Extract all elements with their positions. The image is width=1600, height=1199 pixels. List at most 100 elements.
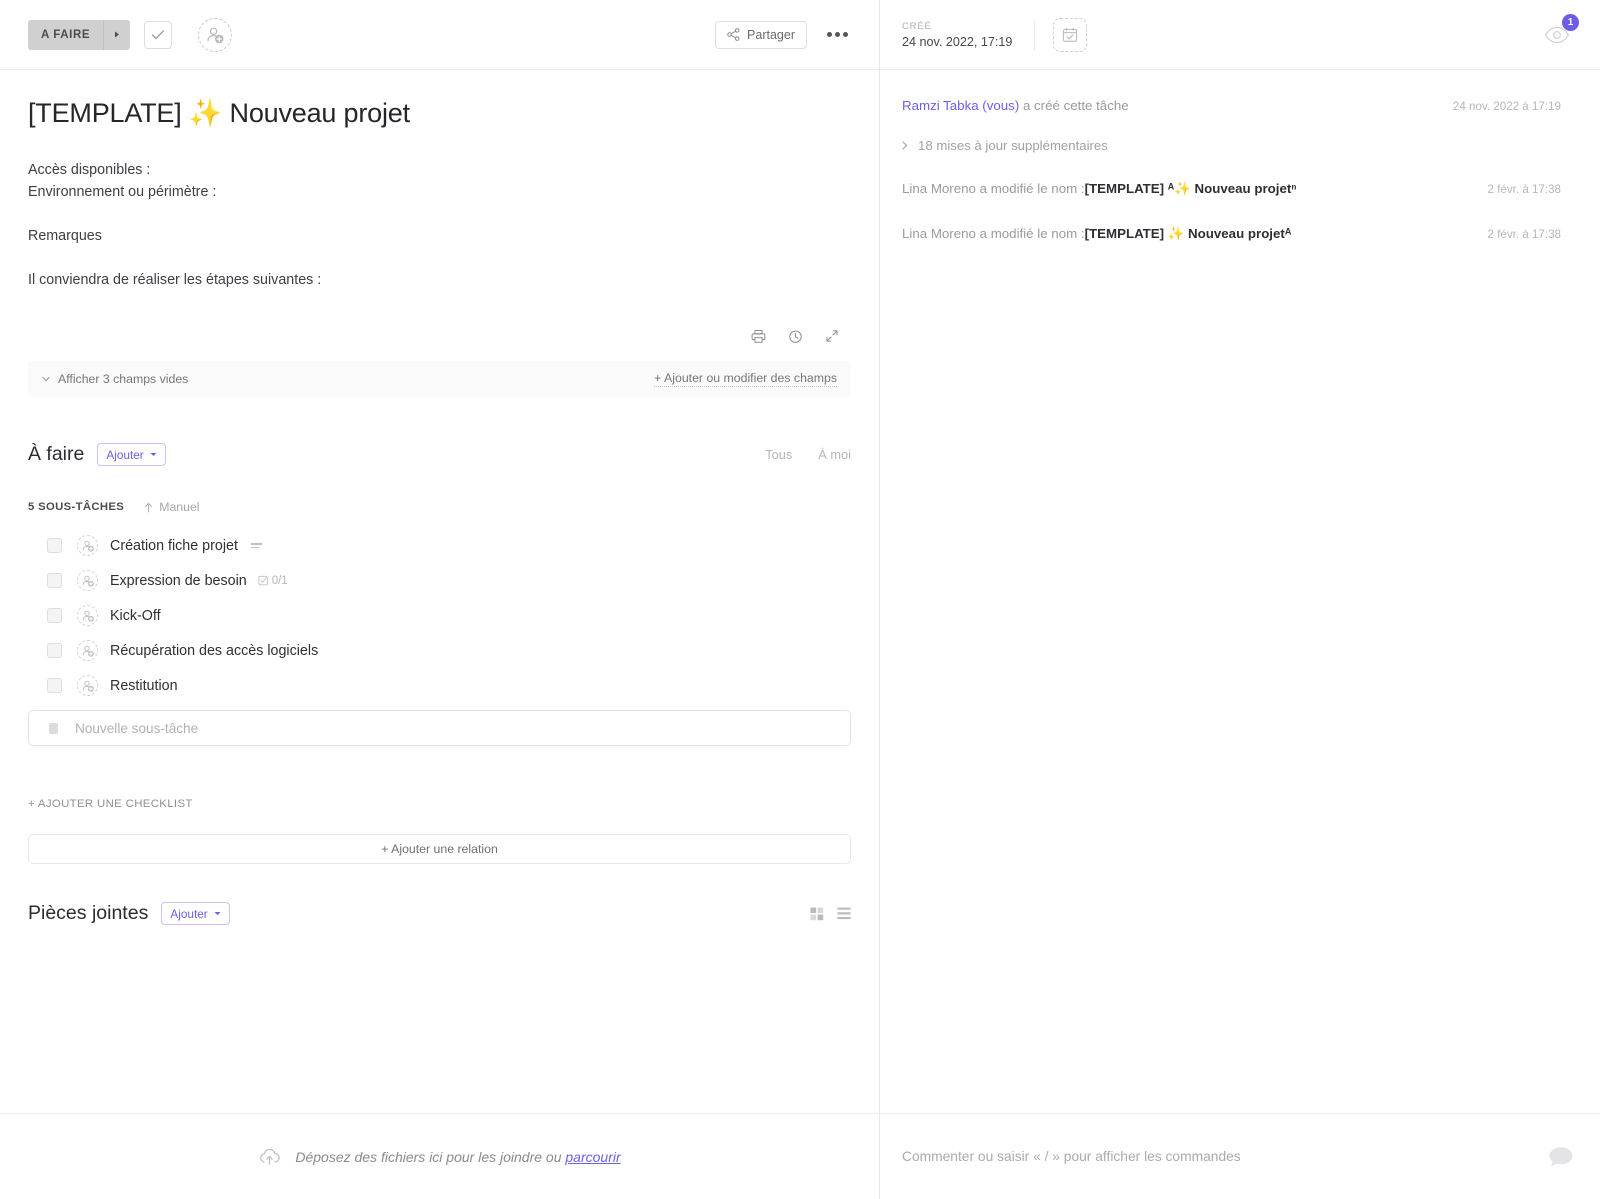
user-add-icon[interactable]: [77, 570, 98, 591]
watchers-button[interactable]: 1: [1541, 13, 1579, 51]
activity-value: [TEMPLATE] ᴬ✨ Nouveau projetⁿ: [1084, 181, 1297, 196]
page-title[interactable]: [TEMPLATE] ✨ Nouveau projet: [28, 97, 851, 129]
task-detail-app: A FAIRE Partager [TEMPLATE] ✨ Nouveau pr…: [0, 0, 1600, 1199]
file-drop-text: Déposez des fichiers ici pour les joindr…: [295, 1149, 620, 1165]
description-toolbar: [28, 326, 851, 346]
attachments-add-label: Ajouter: [170, 906, 208, 921]
file-drop-footer[interactable]: Déposez des fichiers ici pour les joindr…: [0, 1113, 879, 1199]
printer-icon[interactable]: [751, 329, 766, 344]
subtask-name[interactable]: Restitution: [110, 678, 178, 694]
subtask-name[interactable]: Expression de besoin: [110, 573, 247, 589]
todo-add-label: Ajouter: [106, 447, 144, 462]
checkbox-icon[interactable]: [47, 573, 62, 588]
attachments-header: Pièces jointes Ajouter: [28, 902, 851, 925]
ellipsis-icon-dot: [826, 32, 832, 37]
add-assignee-button[interactable]: [198, 17, 233, 52]
attachments-add-button[interactable]: Ajouter: [161, 902, 230, 925]
chat-bubble-icon[interactable]: [1548, 1145, 1574, 1169]
checkbox-icon[interactable]: [47, 678, 62, 693]
subtask-name[interactable]: Kick-Off: [110, 608, 161, 624]
description-line: Environnement ou périmètre :: [28, 184, 217, 200]
activity-user: Lina Moreno: [902, 181, 976, 196]
checkbox-icon[interactable]: [47, 538, 62, 553]
grid-view-icon[interactable]: [810, 907, 824, 921]
description-indicator-icon: [250, 543, 262, 548]
new-subtask-input[interactable]: Nouvelle sous-tâche: [28, 710, 851, 746]
user-add-icon[interactable]: [77, 535, 98, 556]
subtask-list: Création fiche projet Expression de beso…: [28, 528, 851, 703]
share-button[interactable]: Partager: [715, 20, 807, 49]
activity-item: Lina Moreno a modifié le nom :[TEMPLATE]…: [902, 225, 1561, 243]
add-relation-button[interactable]: + Ajouter une relation: [28, 834, 851, 864]
tab-tous[interactable]: Tous: [765, 447, 792, 462]
file-drop-label: Déposez des fichiers ici pour les joindr…: [295, 1148, 566, 1165]
subtask-sort-label: Manuel: [159, 500, 200, 514]
chevron-down-icon: [42, 376, 50, 382]
list-view-icon[interactable]: [837, 907, 851, 920]
more-options-button[interactable]: [823, 21, 851, 49]
comment-footer[interactable]: Commenter ou saisir « / » pour afficher …: [880, 1113, 1600, 1199]
comment-input-placeholder[interactable]: Commenter ou saisir « / » pour afficher …: [902, 1149, 1241, 1164]
activity-feed: Ramzi Tabka (vous) a créé cette tâche 24…: [880, 70, 1599, 1199]
ellipsis-icon-dot: [834, 32, 840, 37]
subtask-row[interactable]: Création fiche projet: [28, 528, 851, 563]
todo-filter-tabs: Tous À moi: [765, 447, 851, 462]
more-updates-toggle[interactable]: 18 mises à jour supplémentaires: [902, 138, 1561, 153]
activity-text: Lina Moreno a modifié le nom :[TEMPLATE]…: [902, 225, 1291, 243]
todo-section-title: À faire: [28, 443, 85, 465]
subtask-row[interactable]: Kick-Off: [28, 598, 851, 633]
user-add-icon[interactable]: [77, 675, 98, 696]
chevron-right-icon: [902, 141, 908, 150]
todo-add-button[interactable]: Ajouter: [97, 443, 166, 466]
created-info: CRÉÉ 24 nov. 2022, 17:19: [902, 21, 1012, 49]
description-line: Accès disponibles :: [28, 162, 151, 178]
tab-a-moi[interactable]: À moi: [818, 447, 851, 462]
show-empty-fields-toggle[interactable]: Afficher 3 champs vides: [42, 372, 188, 386]
subtask-name[interactable]: Création fiche projet: [110, 538, 238, 554]
subtask-name[interactable]: Récupération des accès logiciels: [110, 643, 318, 659]
user-add-icon: [205, 25, 225, 45]
subtask-sort-control[interactable]: Manuel: [144, 500, 200, 514]
activity-item: Ramzi Tabka (vous) a créé cette tâche 24…: [902, 97, 1561, 115]
activity-text: Lina Moreno a modifié le nom :[TEMPLATE]…: [902, 180, 1297, 198]
user-add-icon[interactable]: [77, 605, 98, 626]
subtask-row[interactable]: Restitution: [28, 668, 851, 703]
set-date-button[interactable]: [1053, 17, 1088, 52]
expand-icon[interactable]: [825, 329, 839, 343]
todo-section-header: À faire Ajouter Tous À moi: [28, 443, 851, 466]
subtask-row[interactable]: Récupération des accès logiciels: [28, 633, 851, 668]
task-content: [TEMPLATE] ✨ Nouveau projet Accès dispon…: [0, 70, 879, 1199]
activity-user: Lina Moreno: [902, 226, 976, 241]
subtask-count-label: 5 SOUS-TÂCHES: [28, 501, 125, 513]
header-divider: [1034, 19, 1036, 50]
add-checklist-button[interactable]: + AJOUTER UNE CHECKLIST: [28, 798, 851, 810]
activity-user-link[interactable]: Ramzi Tabka (vous): [902, 98, 1019, 113]
mark-complete-button[interactable]: [144, 20, 173, 49]
calendar-check-icon: [1061, 26, 1079, 44]
attachments-view-toggle: [810, 907, 851, 921]
activity-item: Lina Moreno a modifié le nom :[TEMPLATE]…: [902, 180, 1561, 198]
edit-fields-button[interactable]: + Ajouter ou modifier des champs: [654, 371, 837, 387]
share-nodes-icon: [727, 28, 740, 41]
checkbox-icon[interactable]: [47, 608, 62, 623]
status-dropdown[interactable]: A FAIRE: [28, 19, 131, 50]
caret-right-icon[interactable]: [104, 20, 130, 50]
task-description[interactable]: Accès disponibles : Environnement ou pér…: [28, 159, 851, 291]
activity-timestamp: 2 févr. à 17:38: [1487, 183, 1561, 196]
attachments-title: Pièces jointes: [28, 902, 149, 924]
clock-history-icon[interactable]: [788, 329, 803, 344]
status-label: A FAIRE: [41, 28, 91, 41]
arrow-up-icon: [144, 502, 153, 513]
show-empty-fields-label: Afficher 3 champs vides: [58, 372, 189, 386]
share-label: Partager: [747, 27, 795, 42]
cloud-upload-icon: [258, 1147, 281, 1167]
user-add-icon[interactable]: [77, 640, 98, 661]
more-updates-label: 18 mises à jour supplémentaires: [918, 138, 1108, 153]
task-main-panel: A FAIRE Partager [TEMPLATE] ✨ Nouveau pr…: [0, 0, 880, 1199]
browse-files-link[interactable]: parcourir: [565, 1149, 620, 1165]
subtask-row[interactable]: Expression de besoin 0/1: [28, 563, 851, 598]
checkbox-icon[interactable]: [47, 643, 62, 658]
ellipsis-icon-dot: [842, 32, 848, 37]
